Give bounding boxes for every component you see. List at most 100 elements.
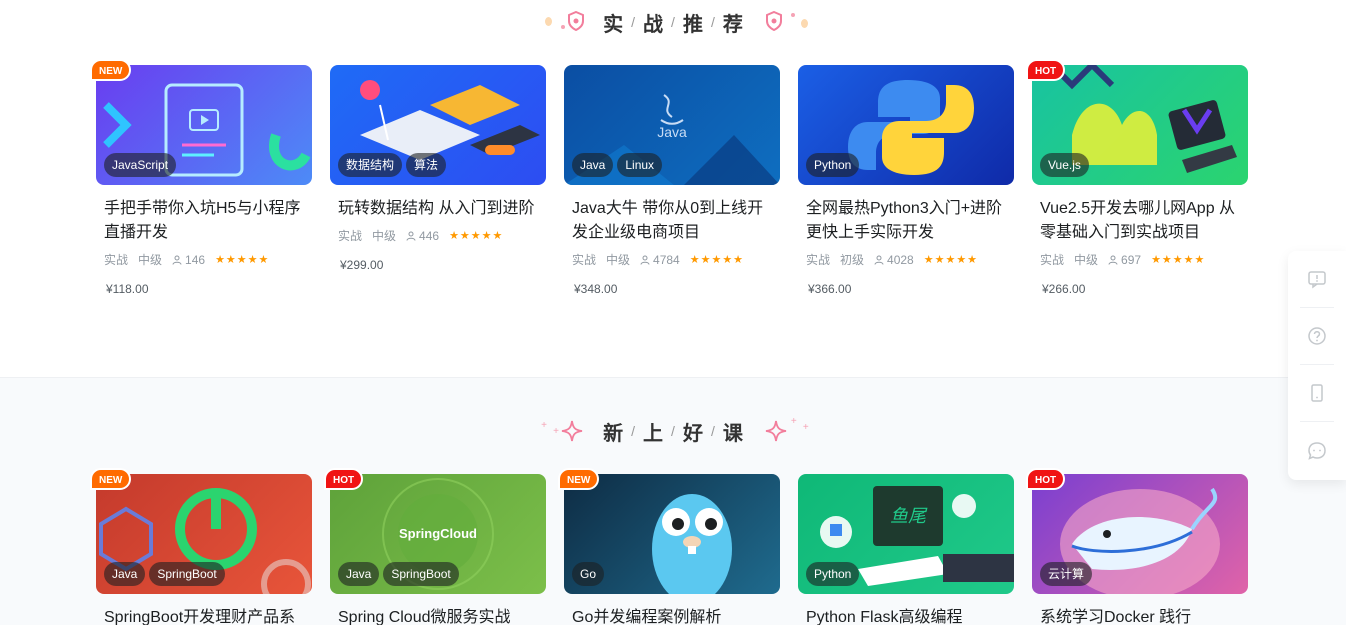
course-tags: Java SpringBoot <box>104 562 225 586</box>
course-card[interactable]: Python 全网最热Python3入门+进阶 更快上手实际开发 实战 初级 4028 ★… <box>798 65 1014 296</box>
student-count-value: 146 <box>185 252 206 267</box>
rating-stars-icon: ★★★★★ <box>449 230 504 242</box>
new-badge: NEW <box>558 468 600 490</box>
course-tag: Python <box>806 153 860 177</box>
course-card[interactable]: HOT Vue.js Vue2.5开发去哪儿网App 从零基础入门到实战项目 实战 中级… <box>1026 59 1248 296</box>
course-thumbnail[interactable]: Python <box>798 65 1014 185</box>
user-icon <box>172 255 182 265</box>
course-tag: 数据结构 <box>338 153 403 177</box>
course-title[interactable]: 系统学习Docker 践行 <box>1032 606 1248 625</box>
course-meta: 实战 中级 697 ★★★★★ <box>1032 251 1248 268</box>
section-title-recommend: 实 / 战 / 推 / 荐 <box>0 2 1346 42</box>
course-thumbnail[interactable]: 鱼尾 Python <box>798 474 1014 594</box>
rating-stars-icon: ★★★★★ <box>923 254 979 266</box>
course-card[interactable]: HOT 云计算系统学习Docker 践行 <box>1026 468 1248 625</box>
course-type: 实战 <box>338 229 363 243</box>
new-badge: NEW <box>90 468 132 490</box>
course-tag: Java <box>338 562 380 586</box>
course-tag: Linux <box>617 153 663 177</box>
feedback-button[interactable] <box>1300 251 1334 308</box>
course-tag: Java <box>104 562 146 586</box>
course-thumbnail[interactable]: Java SpringBoot <box>96 474 312 594</box>
course-card[interactable]: NEW Java SpringBoot SpringBoot开发理财产品系 <box>90 468 312 625</box>
course-title[interactable]: Python Flask高级编程 <box>798 606 1014 625</box>
hot-badge: HOT <box>1026 468 1066 490</box>
section-title-separator: / <box>710 14 715 30</box>
section-title-text: 新 / 上 / 好 / 课 <box>603 417 743 446</box>
section-title-char: 实 <box>603 13 624 36</box>
course-title[interactable]: Java大牛 带你从0到上线开发企业级电商项目 <box>564 197 780 245</box>
course-thumbnail[interactable]: 数据结构 算法 <box>330 65 546 185</box>
course-tags: Java Linux <box>572 153 663 177</box>
student-count: 697 <box>1108 253 1141 267</box>
section-title-separator: / <box>631 14 636 30</box>
course-level: 中级 <box>1074 253 1099 267</box>
course-title[interactable]: Vue2.5开发去哪儿网App 从零基础入门到实战项目 <box>1032 197 1248 245</box>
course-tag: Vue.js <box>1040 153 1089 177</box>
course-thumbnail[interactable]: 云计算 <box>1032 474 1248 594</box>
shield-decoration-right-icon <box>765 7 808 37</box>
course-title[interactable]: 玩转数据结构 从入门到进阶 <box>330 197 546 221</box>
feedback-icon <box>1308 271 1326 289</box>
student-count: 4028 <box>874 253 914 267</box>
course-card[interactable]: 数据结构 算法 玩转数据结构 从入门到进阶 实战 中级 446 ★★★★★ ¥299.00 <box>330 65 546 296</box>
course-meta: 实战 中级 146 ★★★★★ <box>96 251 312 268</box>
course-card[interactable]: NEW JavaScript 手把手带你入坑H5与小程序直播开发 实战 中级 146 ★★★… <box>90 59 312 296</box>
hot-badge: HOT <box>324 468 364 490</box>
course-price: ¥266.00 <box>1042 282 1086 296</box>
course-meta: 实战 初级 4028 ★★★★★ <box>798 251 1014 268</box>
section-title-separator: / <box>710 423 715 439</box>
course-tag: 算法 <box>406 153 447 177</box>
course-thumbnail[interactable]: Go <box>564 474 780 594</box>
section-title-char: 好 <box>682 422 703 445</box>
sparkle-decoration-right-icon: + + <box>765 416 809 446</box>
course-title[interactable]: Go并发编程案例解析 <box>564 606 780 625</box>
user-icon <box>874 255 884 265</box>
course-tag: SpringBoot <box>149 562 225 586</box>
section-title-text: 实 / 战 / 推 / 荐 <box>603 8 743 37</box>
course-card[interactable]: HOT SpringCloud Java SpringBoot Spring Cloud… <box>324 468 546 625</box>
course-title[interactable]: 手把手带你入坑H5与小程序直播开发 <box>96 197 312 245</box>
course-card[interactable]: 鱼尾 Python Python Flask高级编程 <box>798 474 1014 625</box>
user-icon <box>406 231 416 241</box>
course-price: ¥299.00 <box>340 258 384 272</box>
student-count-value: 4784 <box>653 252 680 267</box>
course-thumbnail[interactable]: JavaScript <box>96 65 312 185</box>
section-title-char: 荐 <box>722 13 743 36</box>
course-type: 实战 <box>806 253 831 267</box>
course-level: 中级 <box>138 253 163 267</box>
course-title[interactable]: SpringBoot开发理财产品系 <box>96 606 312 625</box>
course-thumbnail[interactable]: Java Java Linux <box>564 65 780 185</box>
section-title-char: 上 <box>643 422 664 445</box>
section-title-separator: / <box>631 423 636 439</box>
new-badge: NEW <box>90 59 132 81</box>
course-tags: Python <box>806 153 860 177</box>
course-tag: Python <box>806 562 860 586</box>
course-tags: Go <box>572 562 605 586</box>
course-thumbnail[interactable]: SpringCloud Java SpringBoot <box>330 474 546 594</box>
chat-button[interactable] <box>1300 422 1334 479</box>
course-price: ¥348.00 <box>574 282 618 296</box>
course-title[interactable]: Spring Cloud微服务实战 <box>330 606 546 625</box>
course-thumbnail[interactable]: Vue.js <box>1032 65 1248 185</box>
course-tags: JavaScript <box>104 153 177 177</box>
section-title-char: 推 <box>682 13 703 36</box>
student-count: 146 <box>172 253 205 267</box>
course-level: 中级 <box>372 229 397 243</box>
mobile-icon <box>1311 384 1323 402</box>
section-title-separator: / <box>671 14 675 30</box>
help-button[interactable] <box>1300 308 1334 365</box>
course-tags: 云计算 <box>1040 562 1093 586</box>
course-title[interactable]: 全网最热Python3入门+进阶 更快上手实际开发 <box>798 197 1014 245</box>
course-card[interactable]: NEW Go Go并发编程案例解析 <box>558 468 780 625</box>
help-icon <box>1308 327 1326 345</box>
course-price: ¥366.00 <box>808 282 852 296</box>
student-count-value: 4028 <box>887 252 914 267</box>
hot-badge: HOT <box>1026 59 1066 81</box>
mobile-app-button[interactable] <box>1300 365 1334 422</box>
course-level: 中级 <box>606 253 631 267</box>
course-tag: 云计算 <box>1040 562 1093 586</box>
svg-text:鱼尾: 鱼尾 <box>890 506 928 527</box>
course-tag: Go <box>572 562 605 586</box>
course-card[interactable]: Java Java Linux Java大牛 带你从0到上线开发企业级电商项目 实战 中级… <box>564 65 780 296</box>
